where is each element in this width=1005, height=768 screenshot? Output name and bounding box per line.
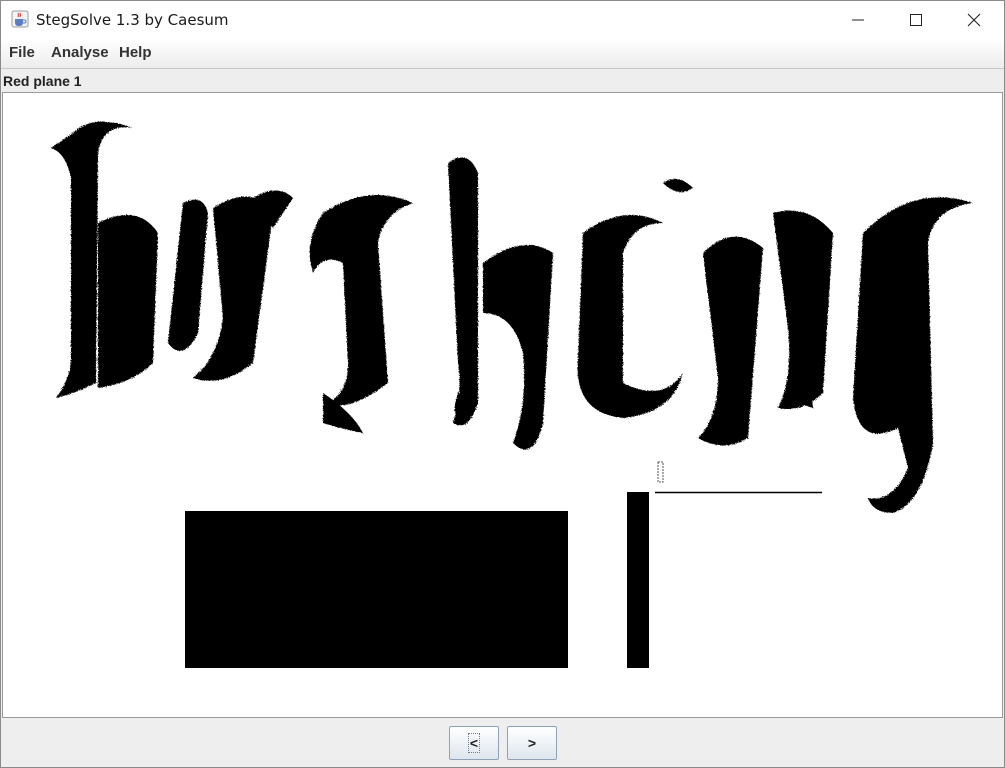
maximize-button[interactable] xyxy=(887,1,945,39)
close-icon xyxy=(967,13,981,27)
minimize-button[interactable] xyxy=(829,1,887,39)
black-bar-vertical xyxy=(627,492,649,668)
plane-label: Red plane 1 xyxy=(3,73,82,89)
next-plane-button[interactable]: > xyxy=(507,726,557,760)
prev-label: < xyxy=(467,733,481,753)
menu-analyse[interactable]: Analyse xyxy=(51,43,109,63)
navigation-bar: < > xyxy=(1,719,1004,767)
bit-plane-image xyxy=(51,121,973,668)
maximize-icon xyxy=(910,14,922,26)
gothic-lettering-graphic xyxy=(51,121,973,513)
close-button[interactable] xyxy=(945,1,1003,39)
previous-plane-button[interactable]: < xyxy=(449,726,499,760)
stegsolve-window: StegSolve 1.3 by Caesum File Analyse Hel… xyxy=(0,0,1005,768)
java-cup-icon xyxy=(11,10,29,28)
black-block-left xyxy=(185,511,568,668)
menu-help[interactable]: Help xyxy=(119,43,152,63)
minimize-icon xyxy=(852,19,864,21)
title-bar: StegSolve 1.3 by Caesum xyxy=(1,1,1004,39)
window-title: StegSolve 1.3 by Caesum xyxy=(36,11,229,29)
next-label: > xyxy=(527,735,537,751)
small-outline-mark xyxy=(657,461,664,483)
menu-file[interactable]: File xyxy=(9,43,35,63)
image-view[interactable] xyxy=(2,92,1003,718)
menu-bar: File Analyse Help xyxy=(1,39,1004,69)
